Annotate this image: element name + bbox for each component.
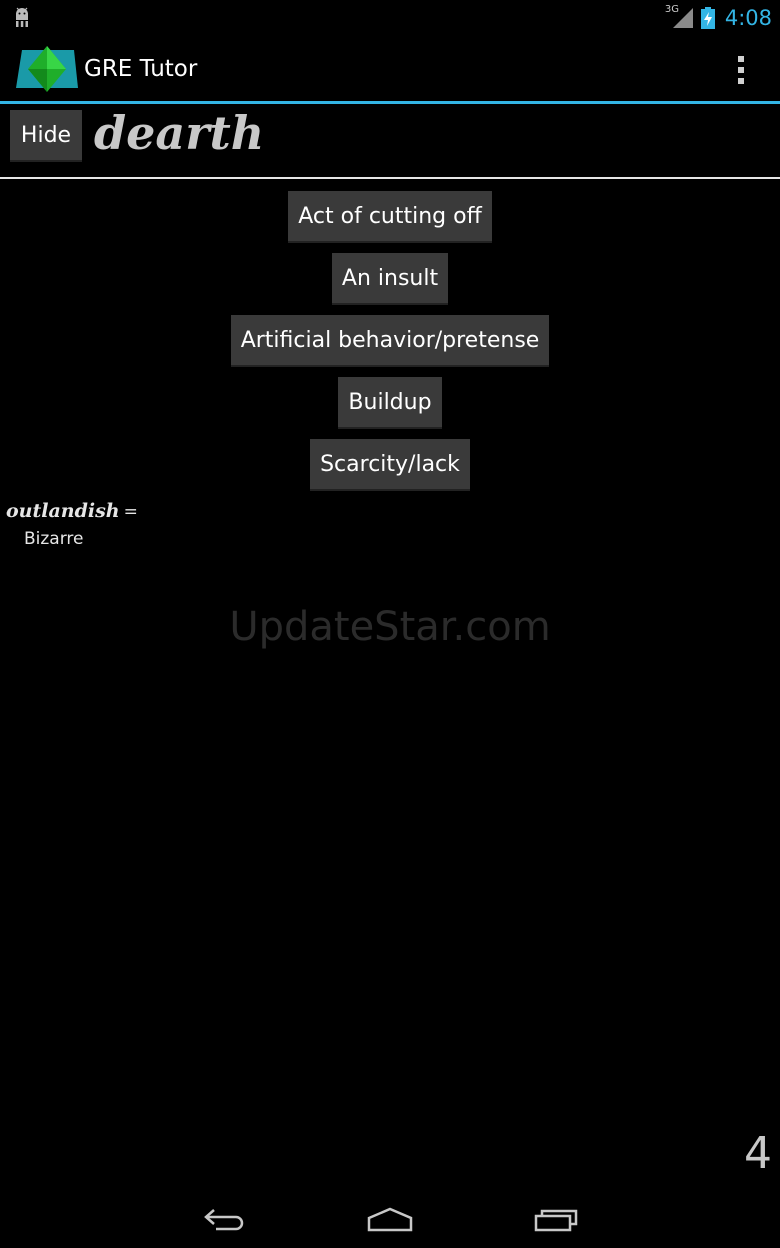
- word-row: Hide dearth: [0, 104, 780, 178]
- previous-meaning: Bizarre: [24, 529, 84, 549]
- choice-button[interactable]: An insult: [331, 253, 449, 305]
- recents-icon: [534, 1209, 578, 1232]
- status-indicators: 3G 4:08: [665, 4, 772, 32]
- target-word: dearth: [94, 106, 265, 160]
- home-icon: [367, 1207, 413, 1232]
- recents-button[interactable]: [528, 1200, 584, 1238]
- back-icon: [204, 1209, 244, 1231]
- menu-dot: [738, 67, 744, 73]
- question-counter: 4: [744, 1128, 772, 1179]
- previous-separator: =: [123, 502, 138, 522]
- choice-button[interactable]: Artificial behavior/pretense: [230, 315, 550, 367]
- previous-answer: outlandish =: [6, 500, 138, 523]
- menu-dot: [738, 56, 744, 62]
- watermark: UpdateStar.com: [229, 604, 551, 650]
- action-bar: GRE Tutor: [0, 36, 780, 102]
- hide-button[interactable]: Hide: [10, 110, 82, 162]
- choice-button[interactable]: Act of cutting off: [288, 191, 492, 243]
- menu-dot: [738, 78, 744, 84]
- signal-indicator: 3G: [665, 4, 695, 30]
- word-divider: [0, 177, 780, 179]
- answer-choices: Act of cutting off An insult Artificial …: [0, 191, 780, 491]
- choice-button[interactable]: Scarcity/lack: [310, 439, 470, 491]
- home-button[interactable]: [362, 1200, 418, 1238]
- app-logo-icon: [16, 46, 78, 92]
- app-title: GRE Tutor: [84, 56, 198, 82]
- overflow-menu-icon[interactable]: [732, 54, 750, 86]
- navigation-bar: [0, 1190, 780, 1248]
- battery-charging-icon: [700, 7, 715, 29]
- previous-word: outlandish: [6, 500, 120, 522]
- network-type: 3G: [664, 4, 679, 15]
- choice-button[interactable]: Buildup: [338, 377, 442, 429]
- android-debug-icon: [16, 7, 28, 27]
- status-time: 4:08: [724, 6, 772, 30]
- back-button[interactable]: [196, 1200, 252, 1238]
- status-bar: 3G 4:08: [0, 0, 780, 36]
